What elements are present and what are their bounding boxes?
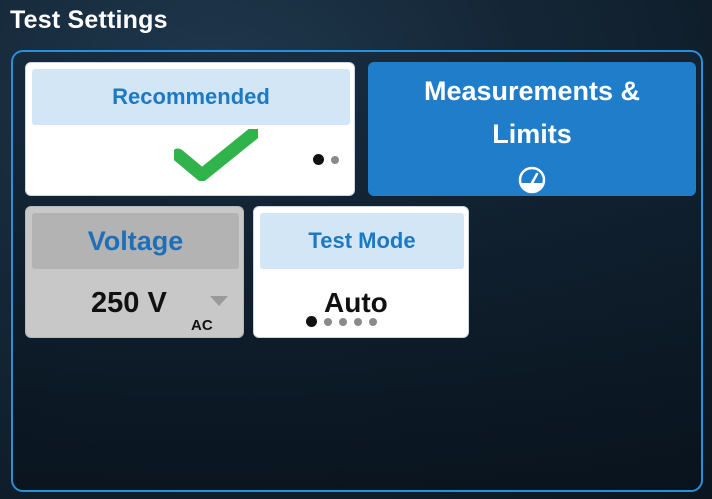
test-mode-label: Test Mode <box>260 213 464 269</box>
screen-title: Test Settings <box>10 6 168 34</box>
test-mode-value: Auto <box>324 287 388 318</box>
voltage-label: Voltage <box>32 213 239 269</box>
measurements-limits-label: Measurements & Limits <box>368 70 696 156</box>
voltage-value: 250 V <box>91 287 167 319</box>
page-dot <box>369 317 377 326</box>
test-mode-tile[interactable]: Test Mode Auto <box>253 206 469 338</box>
page-dot <box>331 155 339 164</box>
voltage-tile[interactable]: Voltage 250 V AC <box>25 206 244 338</box>
page-dot-active <box>306 316 317 327</box>
voltage-unit-suffix: AC <box>191 317 213 334</box>
checkmark-icon <box>174 129 258 181</box>
page-dot <box>324 317 332 326</box>
test-settings-screen: Test Settings Recommended Measurements &… <box>0 0 712 499</box>
measurements-label-line1: Measurements & <box>423 76 641 106</box>
page-dot <box>339 317 347 326</box>
page-dot-active <box>313 154 324 165</box>
measurements-label-line2: Limits <box>492 119 572 149</box>
recommended-label: Recommended <box>32 69 350 125</box>
dropdown-caret-icon[interactable] <box>209 295 229 307</box>
recommended-page-dots <box>313 154 339 165</box>
recommended-tile[interactable]: Recommended <box>25 62 355 196</box>
measurements-limits-tile[interactable]: Measurements & Limits <box>368 62 696 196</box>
test-mode-page-dots <box>306 316 377 327</box>
page-dot <box>354 317 362 326</box>
gauge-icon <box>518 166 546 194</box>
